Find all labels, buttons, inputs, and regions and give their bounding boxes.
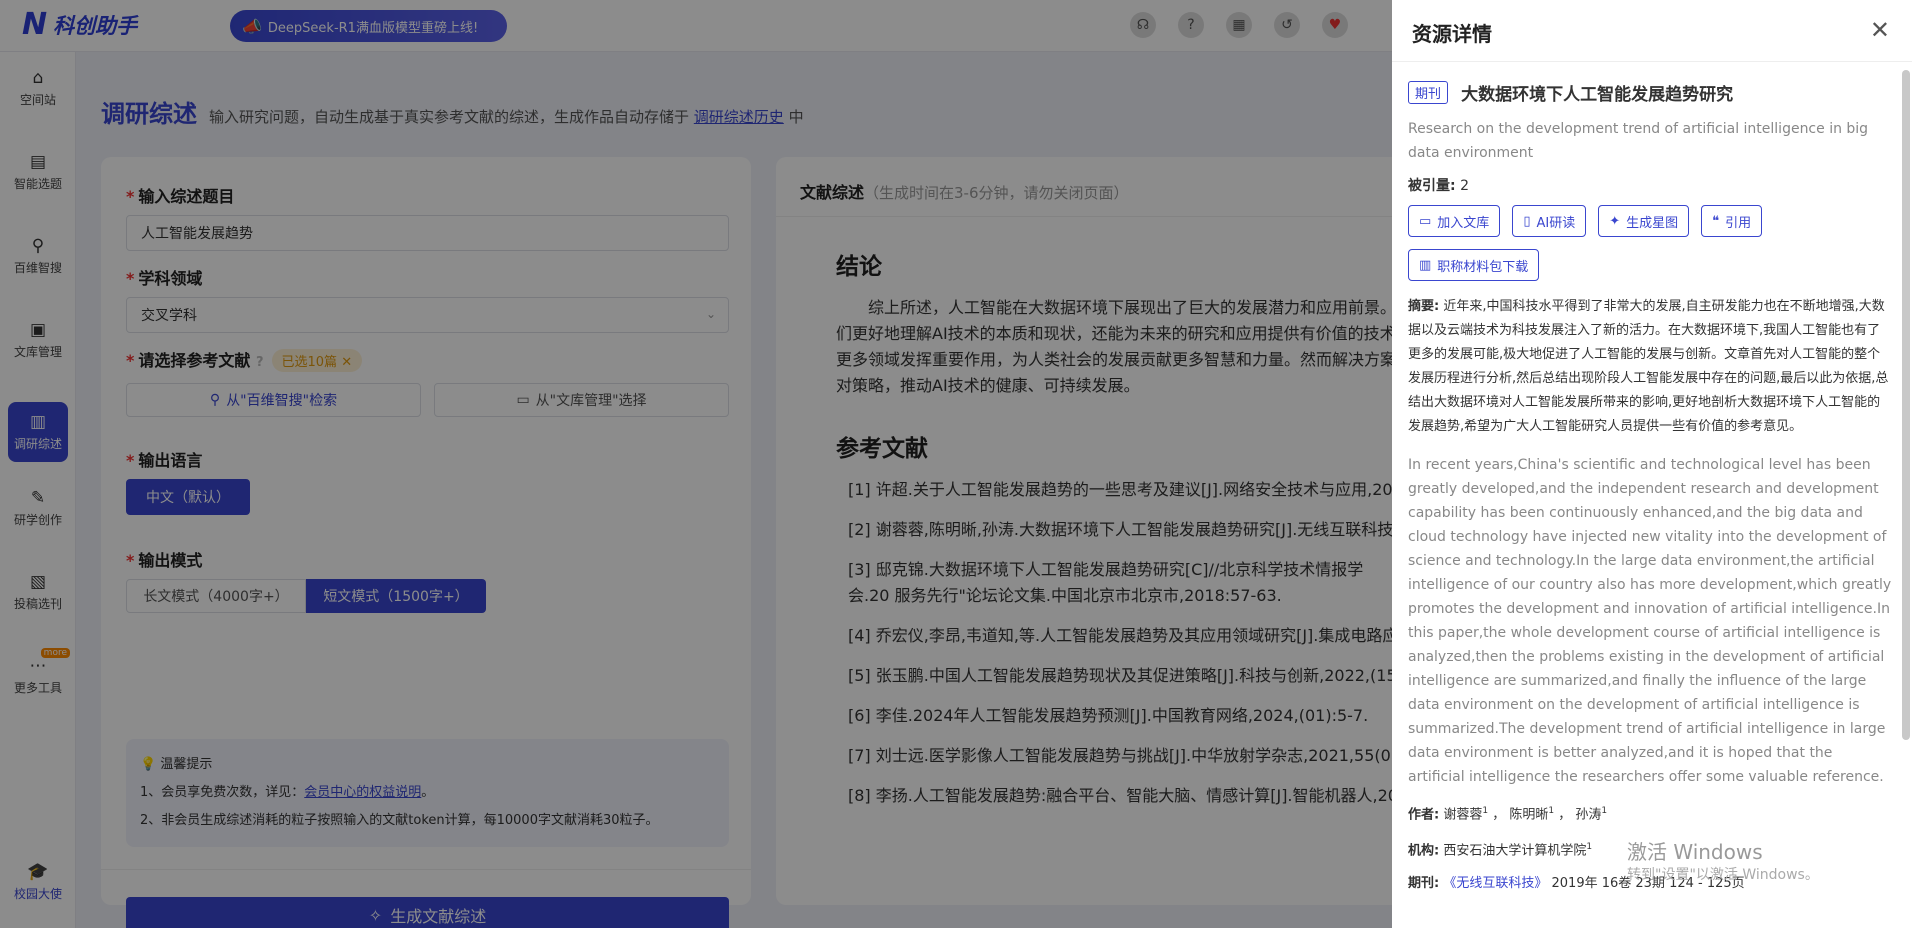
satellite-icon: ✦	[1609, 213, 1621, 229]
type-tag: 期刊	[1408, 81, 1449, 104]
close-icon[interactable]: ✕	[1870, 16, 1890, 44]
drawer-title: 资源详情	[1392, 0, 1912, 62]
cite-button[interactable]: ❝ 引用	[1701, 205, 1763, 237]
resource-detail-drawer: 资源详情 ✕ 期刊 大数据环境下人工智能发展趋势研究 Research on t…	[1392, 0, 1912, 928]
drawer-body: 期刊 大数据环境下人工智能发展趋势研究 Research on the deve…	[1408, 80, 1892, 894]
citation-count: 被引量: 2	[1408, 178, 1469, 194]
abstract-en: In recent years,China's scientific and t…	[1408, 457, 1892, 785]
briefcase-icon: ▥	[1419, 257, 1432, 273]
windows-watermark-sub: 转到"设置"以激活 Windows。	[1627, 867, 1819, 883]
abstract: 摘要: 近年来,中国科技水平得到了非常大的发展,自主研发能力也在不断地增强,大数…	[1408, 299, 1889, 434]
folder-plus-icon: ▭	[1419, 213, 1432, 229]
journal-link[interactable]: 《无线互联科技》	[1443, 876, 1547, 891]
paper-title: 大数据环境下人工智能发展趋势研究	[1461, 85, 1734, 105]
authors: 作者: 谢蓉蓉1 ， 陈明晰1 ， 孙涛1	[1408, 806, 1608, 823]
ai-read-button[interactable]: ▯ AI研读	[1512, 205, 1587, 237]
drawer-scrollbar[interactable]	[1902, 70, 1910, 740]
windows-watermark: 激活 Windows	[1627, 840, 1763, 864]
add-to-library-button[interactable]: ▭ 加入文库	[1408, 205, 1501, 237]
action-row: ▭ 加入文库 ▯ AI研读 ✦ 生成星图 ❝ 引用 ▥ 职称材料包下载	[1408, 205, 1892, 281]
quote-icon: ❝	[1712, 213, 1720, 229]
title-package-download-button[interactable]: ▥ 职称材料包下载	[1408, 249, 1540, 281]
book-icon: ▯	[1523, 213, 1531, 229]
paper-title-en: Research on the development trend of art…	[1408, 121, 1869, 161]
star-map-button[interactable]: ✦ 生成星图	[1598, 205, 1690, 237]
